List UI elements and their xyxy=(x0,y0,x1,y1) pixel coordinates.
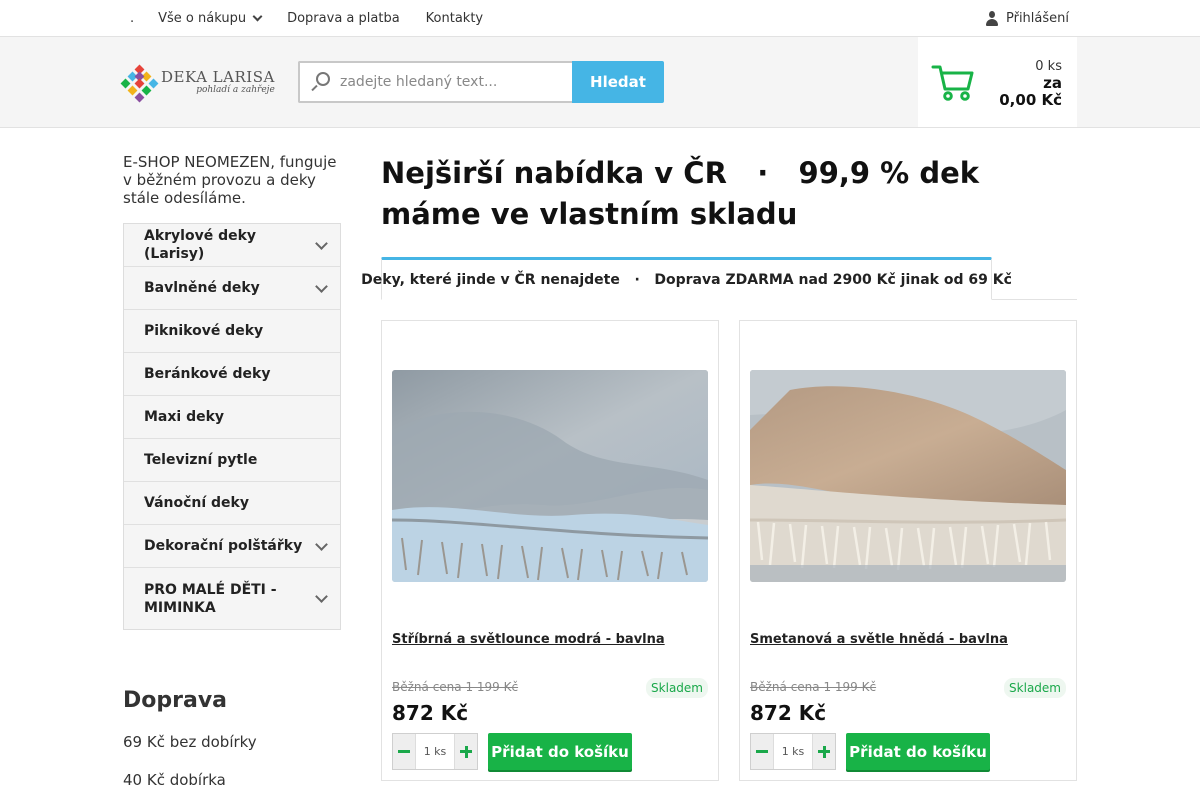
sidebar-item-maxi[interactable]: Maxi deky xyxy=(124,396,340,439)
plus-icon xyxy=(818,745,830,758)
chevron-down-icon[interactable] xyxy=(315,279,328,293)
logo[interactable]: DEKA LARISA pohladí a zahřeje xyxy=(120,64,275,103)
sidebar-item-piknikove[interactable]: Piknikové deky xyxy=(124,310,340,353)
product-title-link[interactable]: Stříbrná a světlounce modrá - bavlna xyxy=(392,632,665,647)
quantity-decrease-button[interactable] xyxy=(393,734,415,769)
sidebar-item-bavlnene[interactable]: Bavlněné deky xyxy=(124,267,340,310)
sidebar-item-label: Dekorační polštářky xyxy=(144,538,303,554)
header: DEKA LARISA pohladí a zahřeje Hledat 0 k… xyxy=(0,37,1200,128)
cart-total: 0,00 Kč xyxy=(999,91,1062,109)
sidebar-item-label: Akrylové deky (Larisy) xyxy=(144,228,257,262)
content: Nejširší nabídka v ČR · 99,9 % dek máme … xyxy=(361,153,1077,781)
search-icon xyxy=(310,72,330,92)
logo-name: DEKA LARISA xyxy=(161,67,275,86)
minus-icon xyxy=(398,750,410,753)
sidebar-item-label: Vánoční deky xyxy=(144,495,249,511)
search-field xyxy=(298,61,572,103)
shipping-line: 40 Kč dobírka xyxy=(123,771,226,789)
sidebar-item-label: Maxi deky xyxy=(144,409,225,425)
search-bar: Hledat xyxy=(298,61,664,103)
sidebar-item-label: Piknikové deky xyxy=(144,323,264,339)
product-old-price: Běžná cena 1 199 Kč xyxy=(750,680,877,694)
top-nav-item-contacts[interactable]: Kontakty xyxy=(426,11,483,26)
chevron-down-icon xyxy=(252,11,263,22)
product-title-link[interactable]: Smetanová a světle hnědá - bavlna xyxy=(750,632,1008,647)
sidebar-item-televizni[interactable]: Televizní pytle xyxy=(124,439,340,482)
page-title: Nejširší nabídka v ČR · 99,9 % dek máme … xyxy=(381,156,990,231)
chevron-down-icon[interactable] xyxy=(315,236,328,250)
search-input[interactable] xyxy=(340,74,560,90)
quantity-input[interactable]: 1 ks xyxy=(415,734,455,769)
quantity-stepper: 1 ks xyxy=(750,733,836,770)
quantity-increase-button[interactable] xyxy=(455,734,477,769)
shipping-heading: Doprava xyxy=(123,688,228,713)
sidebar-item-vanocni[interactable]: Vánoční deky xyxy=(124,482,340,525)
logo-tagline: pohladí a zahřeje xyxy=(196,84,275,95)
product-image[interactable] xyxy=(392,370,708,582)
top-bar: . Vše o nákupu Doprava a platba Kontakty… xyxy=(0,0,1200,37)
add-to-cart-button[interactable]: Přidat do košíku xyxy=(488,733,632,770)
stock-badge: Skladem xyxy=(1004,678,1066,698)
cart[interactable]: 0 ks za 0,00 Kč xyxy=(918,37,1077,127)
top-nav-item-shopping[interactable]: Vše o nákupu xyxy=(158,11,263,26)
product-image[interactable] xyxy=(750,370,1066,582)
top-nav-dot: . xyxy=(130,11,135,26)
sidebar-item-deti[interactable]: PRO MALÉ DĚTI - MIMINKA xyxy=(124,568,340,629)
sidebar-item-akrylove[interactable]: Akrylové deky (Larisy) xyxy=(124,224,340,267)
top-nav-item-shipping[interactable]: Doprava a platba xyxy=(287,11,400,26)
plus-icon xyxy=(460,745,472,758)
sidebar-item-label: PRO MALÉ DĚTI - MIMINKA xyxy=(144,581,277,616)
sidebar-item-label: Bavlněné deky xyxy=(144,280,260,296)
quantity-decrease-button[interactable] xyxy=(751,734,773,769)
login-label: Přihlášení xyxy=(1005,11,1069,26)
product-price: 872 Kč xyxy=(392,701,469,725)
product-price: 872 Kč xyxy=(750,701,827,725)
category-menu: Akrylové deky (Larisy) Bavlněné deky Pik… xyxy=(123,223,341,630)
top-nav: . Vše o nákupu Doprava a platba Kontakty xyxy=(130,0,509,37)
quantity-increase-button[interactable] xyxy=(813,734,835,769)
eshop-notice: E-SHOP NEOMEZEN, funguje v běžném provoz… xyxy=(123,153,337,207)
logo-mark-icon xyxy=(120,64,159,103)
cart-icon xyxy=(931,65,974,101)
chevron-down-icon[interactable] xyxy=(315,537,328,551)
product-grid: Stříbrná a světlounce modrá - bavlna Běž… xyxy=(381,320,1077,781)
product-card: Stříbrná a světlounce modrá - bavlna Běž… xyxy=(381,320,719,781)
login-link[interactable]: Přihlášení xyxy=(985,0,1069,37)
minus-icon xyxy=(756,750,768,753)
chevron-down-icon[interactable] xyxy=(315,590,328,603)
search-button[interactable]: Hledat xyxy=(572,61,664,103)
shipping-line: 69 Kč bez dobírky xyxy=(123,733,257,751)
cart-count: 0 ks xyxy=(1035,59,1062,74)
add-to-cart-button[interactable]: Přidat do košíku xyxy=(846,733,990,770)
product-card: Smetanová a světle hnědá - bavlna Běžná … xyxy=(739,320,1077,781)
stock-badge: Skladem xyxy=(646,678,708,698)
sidebar-item-label: Televizní pytle xyxy=(144,452,258,468)
product-old-price: Běžná cena 1 199 Kč xyxy=(392,680,519,694)
sidebar: E-SHOP NEOMEZEN, funguje v běžném provoz… xyxy=(123,153,341,789)
quantity-stepper: 1 ks xyxy=(392,733,478,770)
top-nav-item-label: Vše o nákupu xyxy=(158,11,247,26)
user-icon xyxy=(985,11,998,26)
sidebar-item-label: Beránkové deky xyxy=(144,366,271,382)
tab-bar: Deky, které jinde v ČR nenajdete · Dopra… xyxy=(361,257,1077,300)
tab-featured[interactable]: Deky, které jinde v ČR nenajdete · Dopra… xyxy=(361,257,1012,300)
quantity-input[interactable]: 1 ks xyxy=(773,734,813,769)
sidebar-item-berankove[interactable]: Beránkové deky xyxy=(124,353,340,396)
sidebar-item-polstarky[interactable]: Dekorační polštářky xyxy=(124,525,340,568)
cart-za: za xyxy=(1043,74,1062,92)
